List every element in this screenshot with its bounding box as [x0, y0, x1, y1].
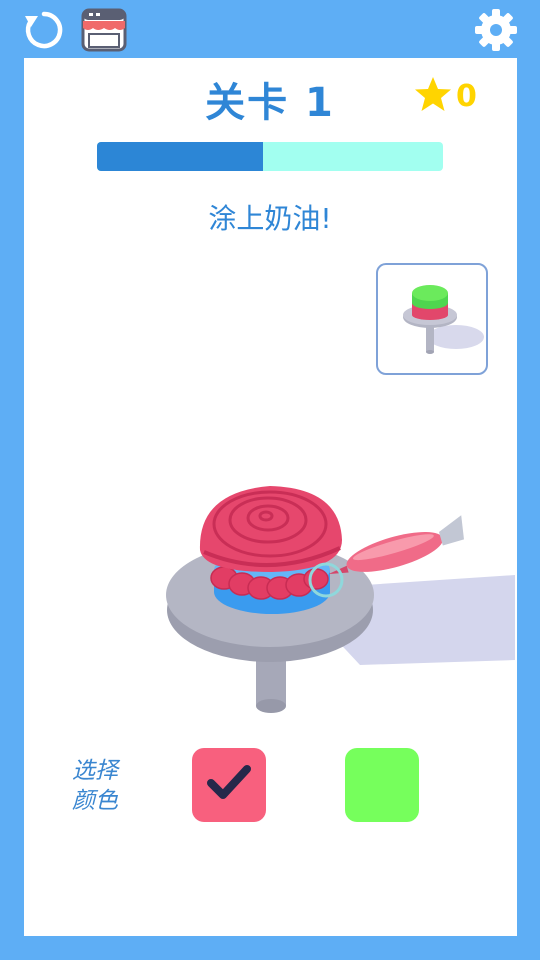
instruction-text: 涂上奶油!: [208, 202, 332, 235]
star-count: 0: [456, 78, 477, 114]
color-swatch-green[interactable]: [345, 748, 419, 822]
progress-fill: [97, 142, 264, 171]
restart-icon[interactable]: [22, 8, 66, 52]
check-icon: [206, 763, 252, 807]
cake-turntable-scene[interactable]: [120, 440, 520, 724]
choose-color-line2: 颜色: [72, 788, 118, 814]
target-cake-preview: [376, 263, 488, 375]
star-counter: 0: [414, 76, 477, 116]
choose-color-line1: 选择: [72, 758, 118, 784]
gear-icon[interactable]: [474, 8, 518, 52]
level-progress-bar: [97, 142, 443, 171]
top-bar: [0, 0, 540, 58]
color-swatch-pink[interactable]: [192, 748, 266, 822]
shop-icon[interactable]: [80, 8, 128, 52]
choose-color-label: 选择 颜色: [60, 756, 130, 816]
star-icon: [414, 76, 452, 116]
